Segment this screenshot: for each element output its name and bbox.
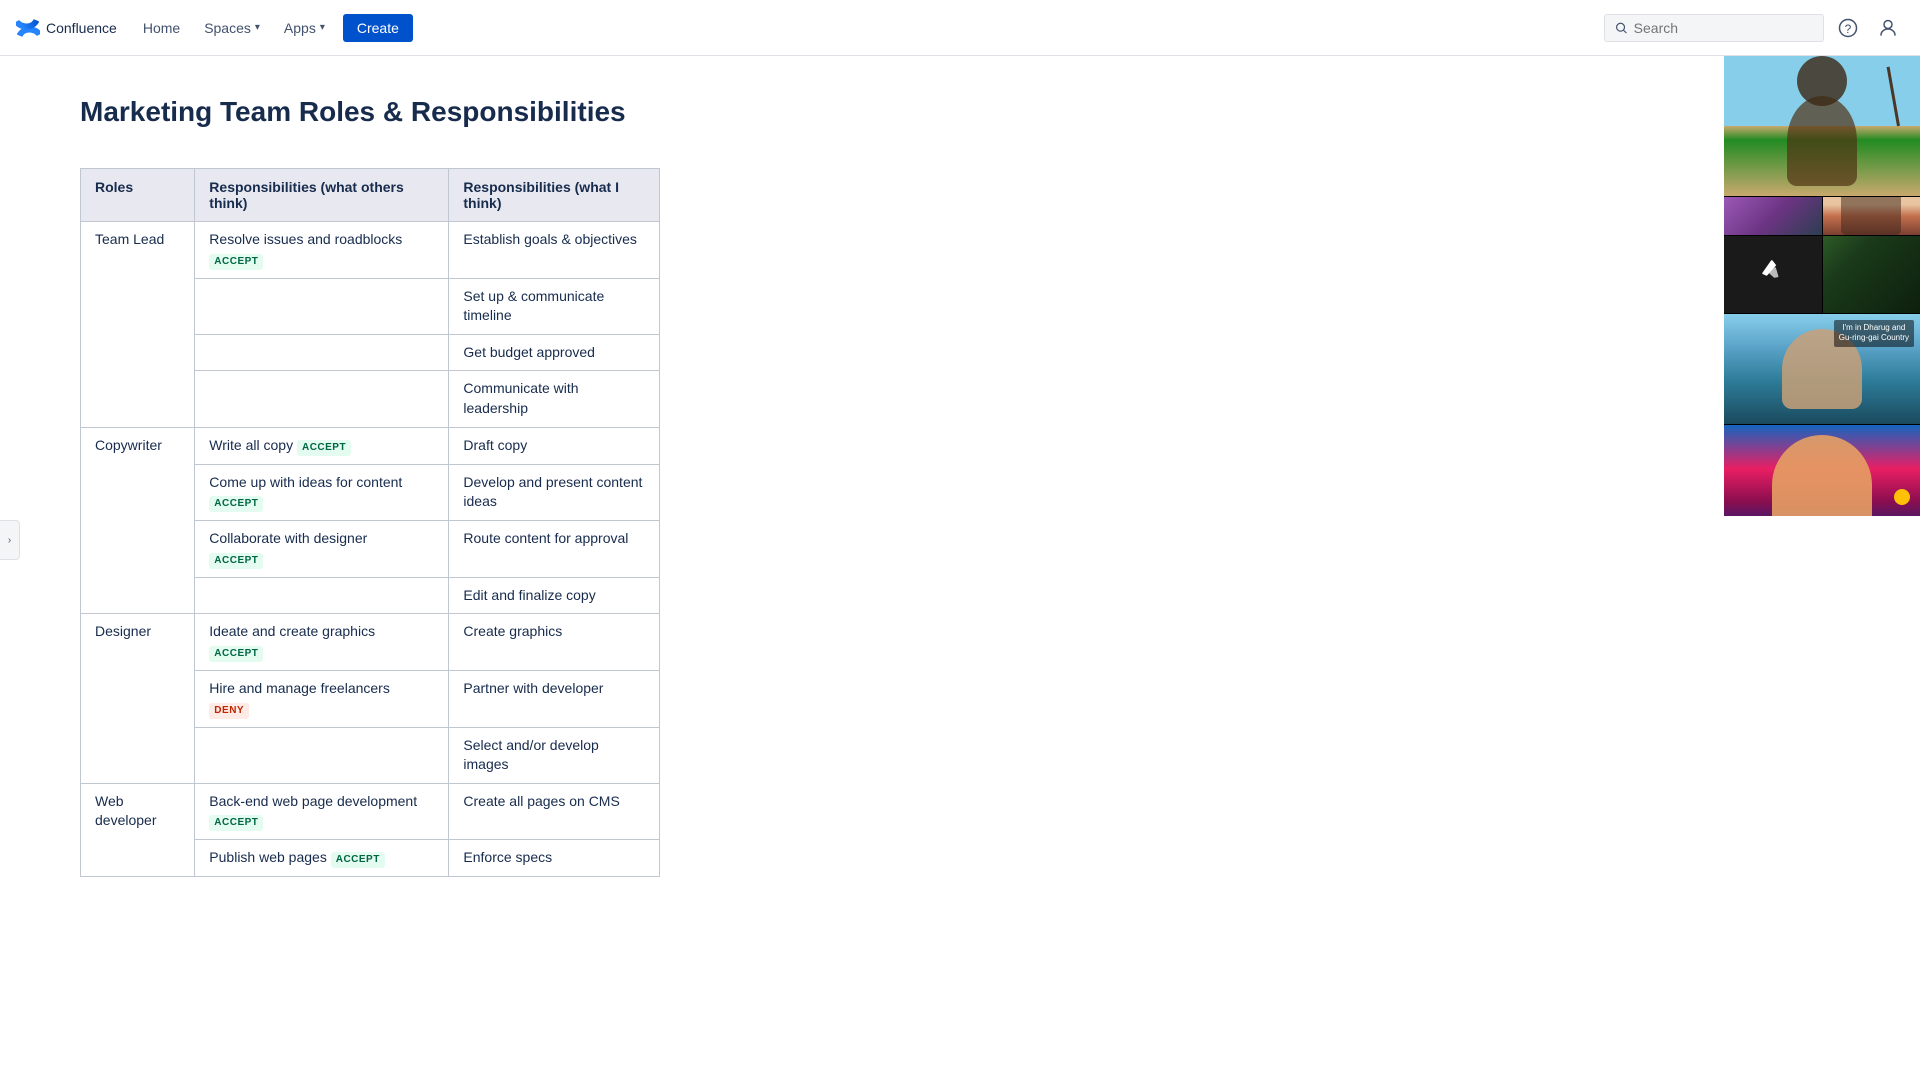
video-cell-4 — [1823, 236, 1920, 314]
role-webdev: Web developer — [81, 783, 195, 877]
video-grid-row1 — [1724, 197, 1920, 313]
nav-links: Home Spaces ▾ Apps ▾ Create — [133, 14, 413, 42]
table-row: Web developer Back-end web page developm… — [81, 783, 660, 840]
video-cell-2 — [1724, 197, 1822, 235]
profile-button[interactable] — [1872, 12, 1904, 44]
confluence-logo[interactable]: Confluence — [16, 16, 117, 40]
resp-others-cell: Resolve issues and roadblocks ACCEPT — [195, 222, 449, 279]
resp-mine-cell: Get budget approved — [449, 334, 660, 371]
resp-mine-cell: Route content for approval — [449, 521, 660, 578]
resp-mine-cell: Communicate with leadership — [449, 371, 660, 427]
resp-others-cell: Write all copy ACCEPT — [195, 427, 449, 464]
sidebar-toggle[interactable]: › — [0, 520, 20, 560]
accept-badge: ACCEPT — [209, 646, 263, 662]
nav-home[interactable]: Home — [133, 14, 190, 42]
nav-apps[interactable]: Apps ▾ — [274, 14, 335, 42]
resp-mine-cell: Establish goals & objectives — [449, 222, 660, 279]
table-header-row: Roles Responsibilities (what others thin… — [81, 169, 660, 222]
spaces-chevron-icon: ▾ — [255, 22, 260, 33]
top-navigation: Confluence Home Spaces ▾ Apps ▾ Create ? — [0, 0, 1920, 56]
resp-mine-cell: Enforce specs — [449, 840, 660, 877]
search-box[interactable] — [1604, 14, 1824, 42]
resp-mine-cell: Partner with developer — [449, 670, 660, 727]
accept-badge: ACCEPT — [209, 815, 263, 831]
resp-others-cell-empty — [195, 577, 449, 614]
main-content: Marketing Team Roles & Responsibilities … — [20, 56, 1220, 917]
role-designer: Designer — [81, 614, 195, 783]
logo-text: Confluence — [46, 20, 117, 36]
col-roles: Roles — [81, 169, 195, 222]
deny-badge: DENY — [209, 703, 249, 719]
resp-others-cell-empty — [195, 334, 449, 371]
accept-badge: ACCEPT — [331, 852, 385, 868]
resp-mine-cell: Set up & communicate timeline — [449, 278, 660, 334]
col-resp-mine: Responsibilities (what I think) — [449, 169, 660, 222]
resp-others-cell: Publish web pages ACCEPT — [195, 840, 449, 877]
table-row: Designer Ideate and create graphics ACCE… — [81, 614, 660, 671]
video-cell-atlassian — [1724, 236, 1822, 314]
resp-mine-cell: Create all pages on CMS — [449, 783, 660, 840]
video-caption-text: I'm in Dharug andGu-ring-gai Country — [1834, 320, 1914, 347]
resp-mine-cell: Select and/or develop images — [449, 727, 660, 783]
resp-mine-cell: Create graphics — [449, 614, 660, 671]
nav-right: ? — [1604, 12, 1904, 44]
resp-others-cell: Hire and manage freelancers DENY — [195, 670, 449, 727]
page-title: Marketing Team Roles & Responsibilities — [80, 96, 1160, 128]
roles-table: Roles Responsibilities (what others thin… — [80, 168, 660, 877]
resp-mine-cell: Edit and finalize copy — [449, 577, 660, 614]
video-cell-5 — [1724, 425, 1920, 516]
resp-others-cell-empty — [195, 371, 449, 427]
apps-chevron-icon: ▾ — [320, 22, 325, 33]
accept-badge: ACCEPT — [297, 440, 351, 456]
search-input[interactable] — [1634, 20, 1813, 36]
accept-badge: ACCEPT — [209, 254, 263, 270]
video-panel: I'm in Dharug andGu-ring-gai Country — [1724, 56, 1920, 516]
video-cell-1 — [1724, 56, 1920, 196]
atlassian-icon — [1753, 254, 1793, 294]
resp-others-cell-empty — [195, 278, 449, 334]
video-cell-caption: I'm in Dharug andGu-ring-gai Country — [1724, 314, 1920, 424]
search-icon — [1615, 21, 1628, 35]
resp-others-cell: Collaborate with designer ACCEPT — [195, 521, 449, 578]
create-button[interactable]: Create — [343, 14, 413, 42]
resp-others-cell: Ideate and create graphics ACCEPT — [195, 614, 449, 671]
video-cell-3 — [1823, 197, 1920, 235]
resp-others-cell: Come up with ideas for content ACCEPT — [195, 464, 449, 521]
resp-others-cell-empty — [195, 727, 449, 783]
accept-badge: ACCEPT — [209, 553, 263, 569]
accept-badge: ACCEPT — [209, 496, 263, 512]
role-team-lead: Team Lead — [81, 222, 195, 428]
role-copywriter: Copywriter — [81, 427, 195, 614]
resp-mine-cell: Draft copy — [449, 427, 660, 464]
svg-text:?: ? — [1845, 22, 1852, 36]
col-resp-others: Responsibilities (what others think) — [195, 169, 449, 222]
table-row: Copywriter Write all copy ACCEPT Draft c… — [81, 427, 660, 464]
resp-mine-cell: Develop and present content ideas — [449, 464, 660, 521]
table-row: Team Lead Resolve issues and roadblocks … — [81, 222, 660, 279]
resp-others-cell: Back-end web page development ACCEPT — [195, 783, 449, 840]
nav-spaces[interactable]: Spaces ▾ — [194, 14, 270, 42]
help-button[interactable]: ? — [1832, 12, 1864, 44]
